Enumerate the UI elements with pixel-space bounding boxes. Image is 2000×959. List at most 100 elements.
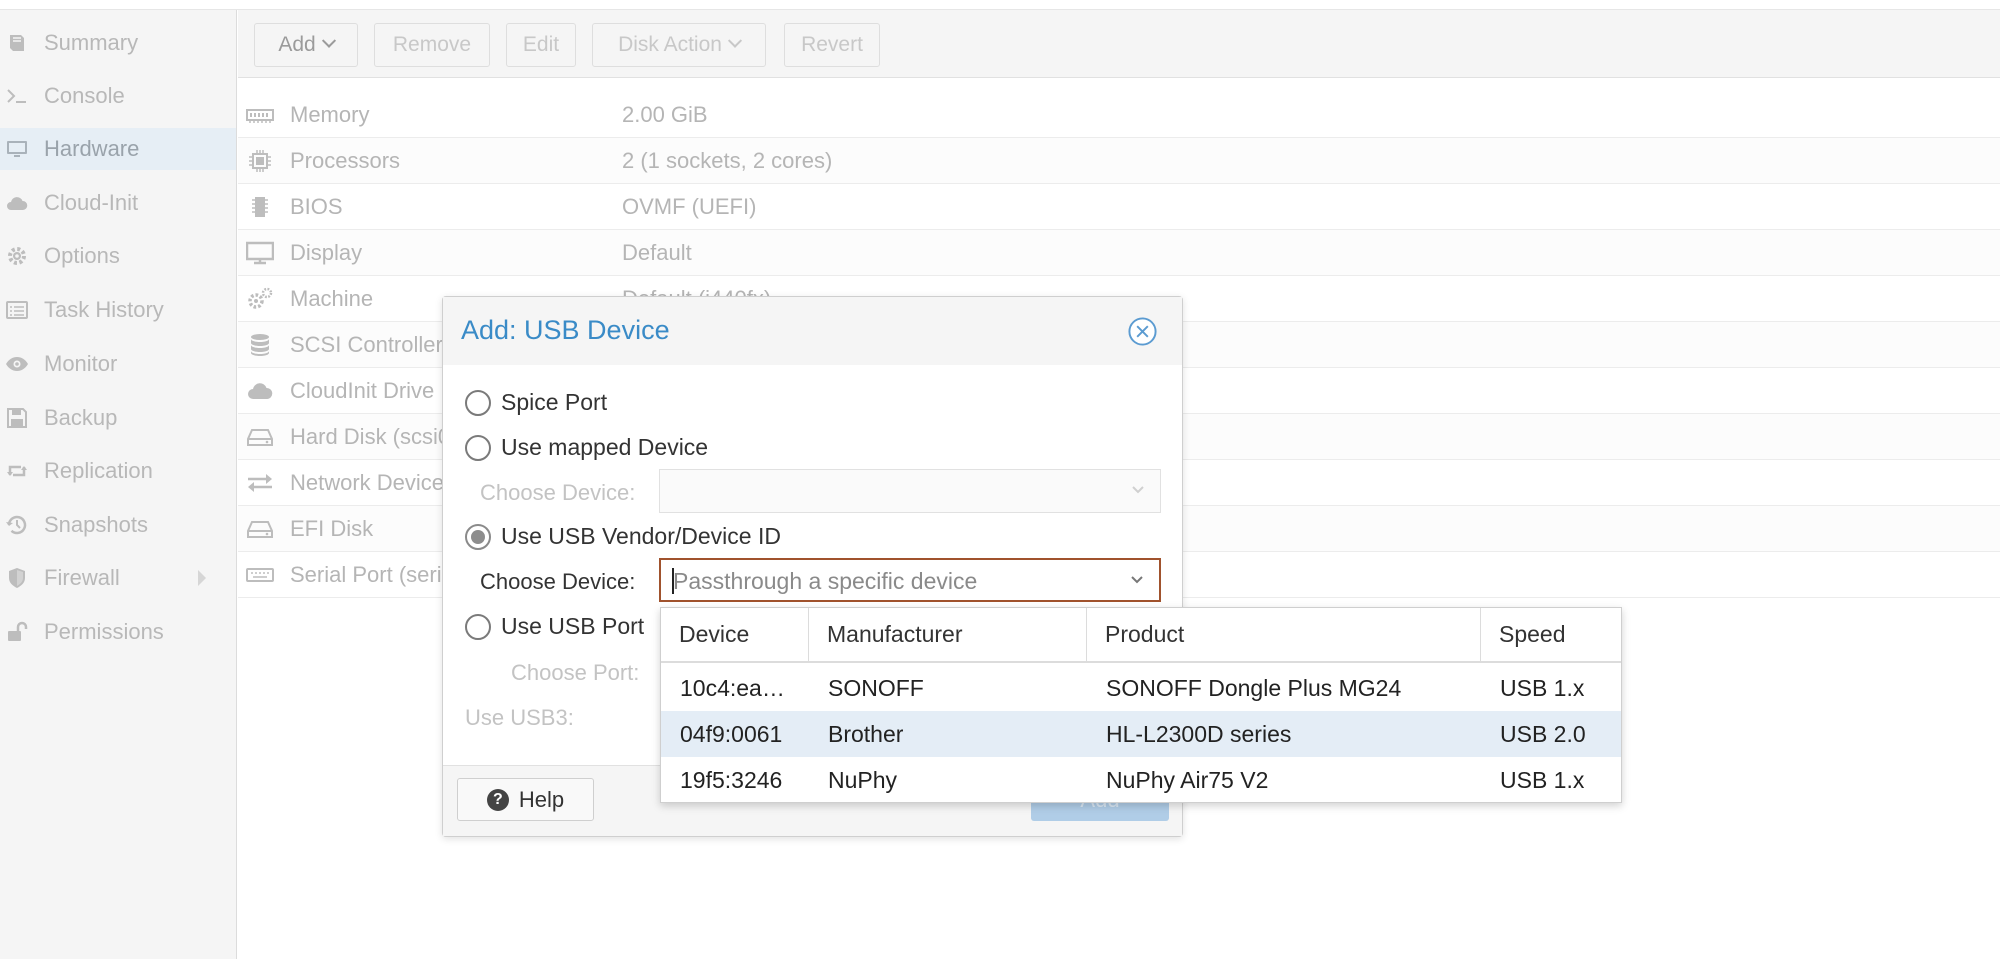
usb-port-option[interactable]: Use USB Port — [465, 613, 644, 640]
sidebar-item-label: Cloud-Init — [44, 190, 139, 215]
close-icon[interactable] — [1127, 316, 1158, 347]
product-cell: NuPhy Air75 V2 — [1106, 767, 1269, 793]
monitor-icon — [2, 137, 32, 161]
sidebar: Summary Console Hardware Cloud-Init Opti… — [0, 10, 237, 959]
sidebar-item-label: Options — [44, 243, 120, 268]
sidebar-item-label: Replication — [44, 458, 153, 483]
product-cell: SONOFF Dongle Plus MG24 — [1106, 675, 1402, 701]
sidebar-item-backup[interactable]: Backup — [0, 397, 236, 439]
hardware-value: 2 (1 sockets, 2 cores) — [622, 147, 833, 173]
column-header-device[interactable]: Device — [661, 608, 809, 661]
device-row[interactable]: 10c4:ea… SONOFF SONOFF Dongle Plus MG24 … — [661, 665, 1621, 711]
hardware-name: Display — [290, 239, 363, 265]
sidebar-item-replication[interactable]: Replication — [0, 450, 236, 492]
edit-button[interactable]: Edit — [506, 23, 576, 67]
sidebar-item-options[interactable]: Options — [0, 235, 236, 277]
sidebar-item-permissions[interactable]: Permissions — [0, 611, 236, 653]
hardware-name: Memory — [290, 101, 370, 127]
list-icon — [2, 298, 32, 322]
cloud-icon — [2, 191, 32, 215]
device-picker-dropdown: Device Manufacturer Product Speed 10c4:e… — [660, 607, 1622, 803]
add-button[interactable]: Add — [254, 23, 358, 67]
product-cell: HL-L2300D series — [1106, 721, 1292, 747]
chevron-down-icon — [321, 33, 336, 48]
mapped-device-combo[interactable] — [659, 469, 1161, 513]
spice-port-option[interactable]: Spice Port — [465, 389, 607, 416]
sidebar-item-label: Snapshots — [44, 512, 148, 537]
manufacturer-cell: NuPhy — [828, 767, 898, 793]
sidebar-item-firewall[interactable]: Firewall — [0, 557, 236, 599]
top-bar — [0, 0, 2000, 10]
revert-button[interactable]: Revert — [784, 23, 880, 67]
unlock-icon — [2, 620, 32, 644]
chevron-down-icon — [1132, 486, 1144, 494]
terminal-icon — [2, 84, 32, 108]
sidebar-item-monitor[interactable]: Monitor — [0, 343, 236, 385]
sidebar-item-snapshots[interactable]: Snapshots — [0, 504, 236, 546]
sidebar-item-label: Task History — [44, 297, 164, 322]
hdd-icon — [244, 424, 276, 450]
usb-port-radio[interactable] — [465, 613, 491, 640]
database-icon — [244, 332, 276, 358]
floppy-icon — [2, 406, 32, 430]
column-header-product[interactable]: Product — [1087, 608, 1481, 661]
mapped-device-radio[interactable] — [465, 434, 491, 461]
sidebar-item-summary[interactable]: Summary — [0, 22, 236, 64]
desktop-icon — [244, 240, 276, 266]
hardware-row-memory[interactable]: Memory 2.00 GiB — [238, 92, 2000, 138]
manufacturer-cell: Brother — [828, 721, 904, 747]
eye-icon — [2, 352, 32, 376]
book-icon — [2, 31, 32, 55]
toolbar: Add Remove Edit Disk Action Revert — [238, 10, 2000, 78]
speed-cell: USB 2.0 — [1500, 721, 1586, 747]
text-cursor — [672, 568, 674, 594]
exchange-icon — [244, 470, 276, 496]
column-header-speed[interactable]: Speed — [1481, 608, 1621, 661]
sidebar-item-console[interactable]: Console — [0, 75, 236, 117]
speed-cell: USB 1.x — [1500, 675, 1585, 701]
sidebar-item-cloud-init[interactable]: Cloud-Init — [0, 182, 236, 224]
question-icon: ? — [486, 788, 509, 811]
usb3-label: Use USB3: — [465, 705, 574, 730]
hardware-row-processors[interactable]: Processors 2 (1 sockets, 2 cores) — [238, 138, 2000, 184]
mapped-choose-device-label: Choose Device: — [480, 480, 636, 505]
hardware-name: BIOS — [290, 193, 343, 219]
speed-cell: USB 1.x — [1500, 767, 1585, 793]
chevron-down-icon[interactable] — [1129, 572, 1145, 588]
column-header-manufacturer[interactable]: Manufacturer — [809, 608, 1087, 661]
vendor-device-id-option[interactable]: Use USB Vendor/Device ID — [465, 523, 781, 550]
expand-arrow-icon[interactable] — [198, 570, 206, 586]
memory-icon — [244, 102, 276, 128]
help-button[interactable]: ? Help — [457, 778, 594, 821]
device-id-cell: 10c4:ea… — [680, 675, 785, 701]
hardware-value: OVMF (UEFI) — [622, 193, 757, 219]
sidebar-item-label: Summary — [44, 30, 139, 55]
sidebar-item-label: Hardware — [44, 136, 140, 161]
device-row-selected[interactable]: 04f9:0061 Brother HL-L2300D series USB 2… — [661, 711, 1621, 757]
device-combo[interactable]: Passthrough a specific device — [659, 558, 1161, 602]
remove-button[interactable]: Remove — [374, 23, 490, 67]
disk-action-button[interactable]: Disk Action — [592, 23, 766, 67]
vendor-device-id-radio[interactable] — [465, 523, 491, 550]
sidebar-item-hardware[interactable]: Hardware — [0, 128, 236, 170]
chevron-down-icon — [727, 33, 743, 48]
hardware-row-bios[interactable]: BIOS OVMF (UEFI) — [238, 184, 2000, 230]
cogs-icon — [244, 286, 276, 312]
device-combo-placeholder: Passthrough a specific device — [673, 568, 978, 594]
sidebar-item-label: Monitor — [44, 351, 118, 376]
cloud-icon — [244, 378, 276, 404]
keyboard-icon — [244, 562, 276, 588]
sidebar-item-label: Console — [44, 83, 125, 108]
manufacturer-cell: SONOFF — [828, 675, 924, 701]
choose-device-label: Choose Device: — [480, 569, 636, 594]
hdd-icon — [244, 516, 276, 542]
sidebar-item-task-history[interactable]: Task History — [0, 289, 236, 331]
device-id-cell: 19f5:3246 — [680, 767, 783, 793]
device-row[interactable]: 19f5:3246 NuPhy NuPhy Air75 V2 USB 1.x — [661, 757, 1621, 803]
mapped-device-option[interactable]: Use mapped Device — [465, 434, 708, 461]
hardware-row-display[interactable]: Display Default — [238, 230, 2000, 276]
shield-icon — [2, 566, 32, 590]
choose-port-label: Choose Port: — [511, 660, 640, 685]
spice-port-radio[interactable] — [465, 389, 491, 416]
gear-icon — [2, 244, 32, 268]
